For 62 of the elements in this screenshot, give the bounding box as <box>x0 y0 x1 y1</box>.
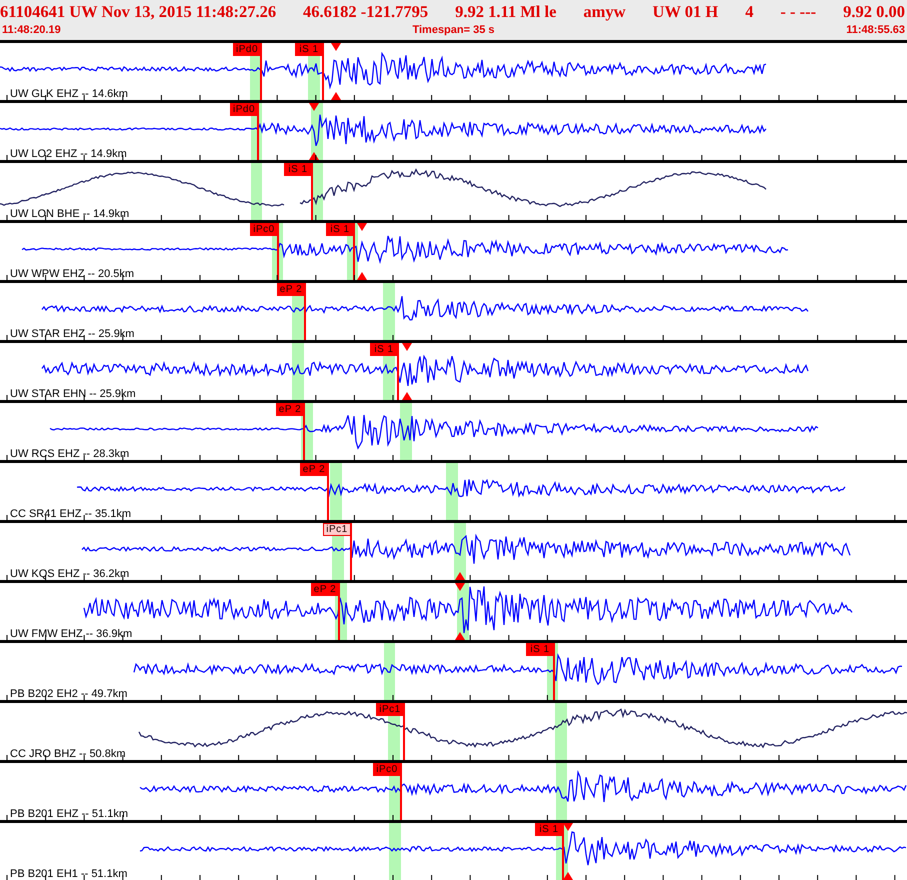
triangle-marker-icon <box>331 43 341 51</box>
pick-window <box>292 343 304 400</box>
triangle-marker-icon <box>563 823 573 831</box>
triangle-marker-icon <box>455 583 465 591</box>
pick-window <box>389 823 401 880</box>
pick-label[interactable]: iPc1 <box>376 703 404 716</box>
station-label: UW LO2 EHZ -- 14.9km <box>10 148 127 160</box>
header-field: 46.6182 -121.7795 <box>303 0 428 23</box>
station-label: UW STAR EHZ -- 25.9km <box>10 328 134 340</box>
pick-label[interactable]: iS 1 <box>295 43 323 56</box>
pick-label[interactable]: eP 2 <box>311 583 339 596</box>
triangle-marker-icon <box>357 223 367 231</box>
triangle-marker-icon <box>402 392 412 400</box>
pick-window <box>555 703 567 760</box>
station-label: PB B202 EH2 -- 49.7km <box>10 688 128 700</box>
triangle-marker-icon <box>309 152 319 160</box>
start-time: 11:48:20.19 <box>2 23 61 37</box>
pick-label[interactable]: eP 2 <box>300 463 328 476</box>
pick-window <box>330 463 342 520</box>
header-field: - - --- <box>780 0 816 23</box>
triangle-marker-icon <box>455 572 465 580</box>
station-label: UW FMW EHZ -- 36.9km <box>10 628 132 640</box>
pick-label[interactable]: eP 2 <box>277 283 305 296</box>
pick-window <box>446 463 458 520</box>
pick-label[interactable]: iPd0 <box>230 103 258 116</box>
station-label: UW STAR EHN -- 25.9km <box>10 388 136 400</box>
triangle-marker-icon <box>402 343 412 351</box>
pick-label[interactable]: iPd0 <box>233 43 261 56</box>
triangle-marker-icon <box>357 272 367 280</box>
pick-label[interactable]: iPc0 <box>250 223 278 236</box>
pick-label[interactable]: iS 1 <box>326 223 354 236</box>
station-label: UW GLK EHZ -- 14.6km <box>10 88 128 100</box>
header-field: 9.92 0.00 <box>843 0 905 23</box>
header-field: UW 01 H <box>652 0 718 23</box>
station-label: CC JRO BHZ -- 50.8km <box>10 748 126 760</box>
triangle-marker-icon <box>309 103 319 111</box>
pick-label[interactable]: eP 2 <box>276 403 304 416</box>
pick-window <box>383 283 395 340</box>
timespan: Timespan= 35 s <box>412 23 495 37</box>
pick-label[interactable]: iPc0 <box>373 763 401 776</box>
station-label: UW RCS EHZ -- 28.3km <box>10 448 130 460</box>
header-field: 9.92 1.11 Ml le <box>455 0 556 23</box>
header-field: 61104641 UW Nov 13, 2015 11:48:27.26 <box>0 0 276 23</box>
station-label: CC SR41 EHZ -- 35.1km <box>10 508 132 520</box>
station-label: UW LON BHE -- 14.9km <box>10 208 130 220</box>
header-field: 4 <box>745 0 754 23</box>
pick-window <box>384 643 395 700</box>
station-label: PB B201 EHZ -- 51.1km <box>10 808 128 820</box>
pick-label[interactable]: iS 1 <box>526 643 554 656</box>
pick-label[interactable]: iPc1 <box>323 523 351 536</box>
pick-window <box>251 163 262 220</box>
station-label: UW KQS EHZ -- 36.2km <box>10 568 130 580</box>
triangle-marker-icon <box>563 872 573 880</box>
pick-window <box>556 763 567 820</box>
triangle-marker-icon <box>455 632 465 640</box>
header-field: amyw <box>583 0 626 23</box>
end-time: 11:48:55.63 <box>846 23 905 37</box>
pick-label[interactable]: iS 1 <box>284 163 312 176</box>
station-label: PB B201 EH1 -- 51.1km <box>10 868 128 880</box>
pick-label[interactable]: iS 1 <box>370 343 398 356</box>
triangle-marker-icon <box>331 92 341 100</box>
station-label: UW WPW EHZ -- 20.5km <box>10 268 134 280</box>
